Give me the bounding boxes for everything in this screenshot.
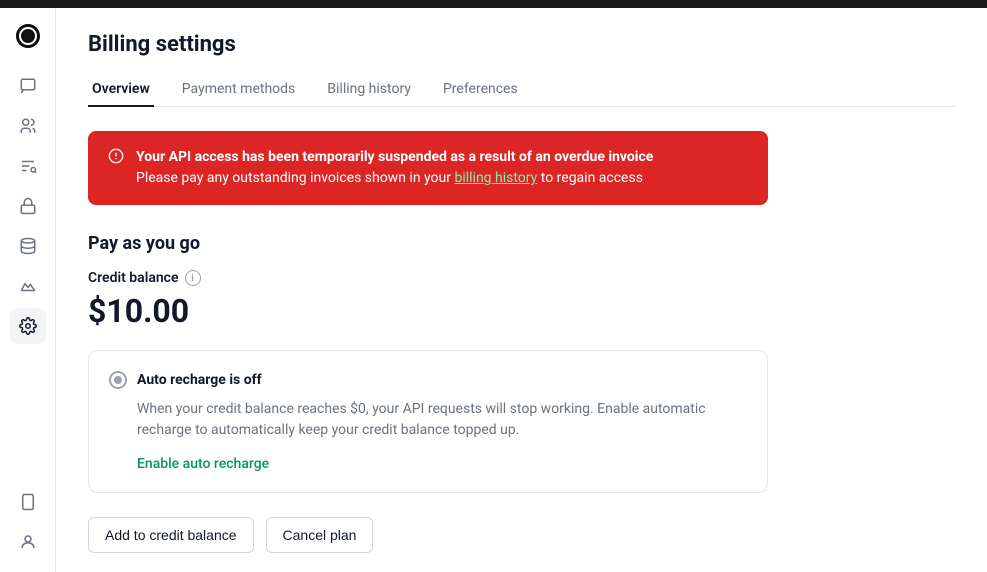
tab-payment-methods[interactable]: Payment methods [178,73,299,107]
recharge-radio[interactable] [109,371,127,389]
profile-sidebar-icon[interactable] [10,524,46,560]
api-sidebar-icon[interactable] [10,148,46,184]
recharge-header: Auto recharge is off [109,371,747,389]
credit-info-icon[interactable]: i [185,270,201,286]
sidebar [0,8,56,572]
tabs-nav: Overview Payment methods Billing history… [88,73,955,107]
add-to-credit-balance-button[interactable]: Add to credit balance [88,517,254,553]
security-sidebar-icon[interactable] [10,188,46,224]
alert-line2-pre: Please pay any outstanding invoices show… [136,170,454,186]
settings-sidebar-icon[interactable] [10,308,46,344]
tab-overview[interactable]: Overview [88,73,154,107]
tab-billing-history[interactable]: Billing history [323,73,415,107]
tab-preferences[interactable]: Preferences [439,73,522,107]
page-title: Billing settings [88,32,955,57]
app-logo [12,20,44,52]
alert-billing-history-link[interactable]: billing history [454,170,537,186]
alert-line1: Your API access has been temporarily sus… [136,149,653,165]
chat-sidebar-icon[interactable] [10,68,46,104]
main-content: Billing settings Overview Payment method… [56,8,987,572]
alert-banner: Your API access has been temporarily sus… [88,131,768,205]
analytics-sidebar-icon[interactable] [10,268,46,304]
credit-balance-label: Credit balance i [88,270,955,286]
bottom-buttons: Add to credit balance Cancel plan [88,517,955,553]
credit-amount: $10.00 [88,292,955,330]
users-sidebar-icon[interactable] [10,108,46,144]
section-title: Pay as you go [88,233,955,254]
recharge-card: Auto recharge is off When your credit ba… [88,350,768,493]
storage-sidebar-icon[interactable] [10,228,46,264]
cancel-plan-button[interactable]: Cancel plan [266,517,374,553]
alert-text: Your API access has been temporarily sus… [136,147,653,189]
alert-line2-post: to regain access [537,170,643,186]
enable-auto-recharge-link[interactable]: Enable auto recharge [137,456,269,472]
recharge-title: Auto recharge is off [137,372,262,388]
device-sidebar-icon[interactable] [10,484,46,520]
alert-icon [108,148,124,168]
recharge-description: When your credit balance reaches $0, you… [137,399,747,441]
